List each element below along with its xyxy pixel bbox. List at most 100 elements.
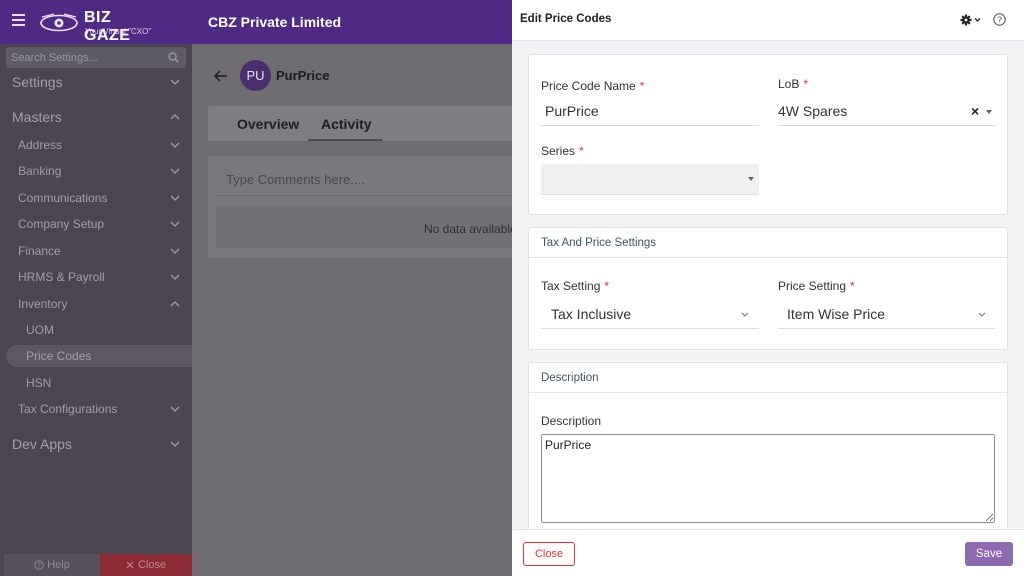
company-name: CBZ Private Limited — [208, 14, 342, 30]
chevron-down-icon — [170, 441, 180, 447]
panel-title: Edit Price Codes — [520, 13, 612, 25]
edit-price-codes-panel: Edit Price Codes ? Price Code Name * PurP… — [512, 0, 1024, 576]
sidebar-item-hsn[interactable]: HSN — [0, 372, 192, 394]
section-title: Tax And Price Settings — [529, 228, 1007, 258]
search-box — [6, 47, 186, 68]
record-view: PU PurPrice Overview Activity No data av… — [192, 44, 518, 576]
brand-tagline: Your Virtual "CXO" — [85, 27, 152, 36]
sidebar-item-label: Inventory — [18, 297, 68, 311]
empty-state: No data available — [216, 206, 518, 248]
caret-down-icon — [748, 177, 754, 181]
price-code-name-label: Price Code Name * — [541, 79, 645, 93]
sidebar-item-company-setup[interactable]: Company Setup — [0, 213, 192, 235]
question-circle-icon: ? — [34, 560, 44, 570]
active-tab-indicator — [308, 139, 382, 141]
sidebar-item-communications[interactable]: Communications — [0, 187, 192, 209]
sidebar-item-label: Communications — [18, 191, 108, 205]
sidebar-item-label: Price Codes — [26, 349, 92, 363]
lob-value: 4W Spares — [778, 102, 848, 119]
series-label: Series * — [541, 144, 584, 158]
comment-input[interactable] — [216, 164, 518, 196]
chevron-down-icon — [170, 221, 180, 227]
chevron-down-icon — [741, 312, 749, 317]
sidebar-item-dev-apps[interactable]: Dev Apps — [0, 433, 192, 455]
close-label: Close — [137, 559, 167, 571]
brand-logo[interactable]: BIZ GAZE Your Virtual "CXO" — [38, 8, 158, 44]
chevron-down-icon — [170, 274, 180, 280]
sidebar-close-button[interactable]: Close — [100, 554, 192, 576]
series-select[interactable] — [541, 164, 759, 195]
search-icon[interactable] — [168, 52, 179, 63]
sidebar-item-label: Dev Apps — [12, 436, 72, 452]
chevron-down-icon — [170, 168, 180, 174]
gear-icon[interactable] — [959, 13, 983, 27]
help-label: Help — [47, 559, 70, 571]
activity-panel: No data available — [208, 156, 518, 258]
sidebar-item-uom[interactable]: UOM — [0, 319, 192, 341]
hamburger-menu-icon[interactable] — [12, 14, 25, 27]
description-label: Description — [541, 414, 602, 428]
tax-setting-label: Tax Setting * — [541, 279, 610, 293]
lob-select[interactable]: 4W Spares × — [778, 96, 995, 126]
settings-sidebar: Settings Masters Address Banking Communi… — [0, 44, 192, 576]
save-button[interactable]: Save — [965, 542, 1013, 566]
tax-setting-value: Tax Inclusive — [551, 305, 632, 322]
sidebar-item-banking[interactable]: Banking — [0, 160, 192, 182]
search-input[interactable] — [6, 47, 162, 68]
price-code-name-value: PurPrice — [545, 102, 599, 119]
close-icon — [126, 561, 134, 569]
description-textarea[interactable]: PurPrice — [541, 434, 995, 523]
section-title: Description — [529, 363, 1007, 393]
sidebar-item-label: UOM — [26, 323, 54, 337]
svg-text:?: ? — [37, 563, 41, 570]
sidebar-item-finance[interactable]: Finance — [0, 240, 192, 262]
sidebar-item-label: Banking — [18, 164, 62, 178]
sidebar-item-price-codes[interactable]: Price Codes — [6, 345, 192, 367]
chevron-down-icon — [170, 248, 180, 254]
eye-logo-icon — [40, 13, 78, 32]
panel-footer: Close Save — [512, 529, 1024, 576]
price-setting-label: Price Setting * — [778, 279, 855, 293]
record-title: PurPrice — [276, 68, 330, 83]
tab-overview[interactable]: Overview — [237, 116, 299, 132]
sidebar-item-hrms-payroll[interactable]: HRMS & Payroll — [0, 266, 192, 288]
chevron-up-icon — [170, 301, 180, 307]
help-icon[interactable]: ? — [993, 13, 1006, 26]
close-button[interactable]: Close — [523, 542, 575, 566]
price-setting-value: Item Wise Price — [787, 305, 886, 322]
caret-down-icon — [986, 110, 992, 114]
back-arrow-icon[interactable] — [214, 70, 228, 82]
sidebar-item-label: Masters — [12, 109, 62, 125]
sidebar-item-inventory[interactable]: Inventory — [0, 293, 192, 315]
help-button[interactable]: ? Help — [4, 554, 100, 576]
chevron-down-icon — [978, 312, 986, 317]
chevron-down-icon — [170, 79, 180, 85]
chevron-down-icon — [170, 195, 180, 201]
chevron-down-icon — [170, 142, 180, 148]
svg-text:?: ? — [997, 15, 1002, 25]
sidebar-item-address[interactable]: Address — [0, 134, 192, 156]
avatar: PU — [240, 60, 271, 91]
sidebar-item-label: HRMS & Payroll — [18, 270, 105, 284]
tab-bar: Overview Activity — [208, 106, 518, 141]
sidebar-item-label: Settings — [12, 74, 63, 90]
sidebar-item-label: Finance — [18, 244, 61, 258]
sidebar-item-label: Tax Configurations — [18, 402, 118, 416]
sidebar-item-label: Company Setup — [18, 217, 105, 231]
price-code-name-field[interactable]: PurPrice — [541, 96, 759, 126]
lob-label: LoB * — [778, 77, 809, 91]
tax-setting-select[interactable]: Tax Inclusive — [541, 299, 759, 329]
no-data-text: No data available — [424, 222, 517, 236]
sidebar-item-tax-configurations[interactable]: Tax Configurations — [0, 398, 192, 420]
sidebar-item-masters[interactable]: Masters — [0, 106, 192, 128]
tab-activity[interactable]: Activity — [321, 116, 372, 132]
sidebar-item-label: Address — [18, 138, 63, 152]
tax-price-settings-card: Tax And Price Settings Tax Setting * Tax … — [528, 227, 1008, 350]
clear-icon[interactable]: × — [971, 103, 979, 119]
chevron-down-icon — [170, 406, 180, 412]
basic-info-card: Price Code Name * PurPrice LoB * 4W Spares… — [528, 54, 1008, 215]
description-card: Description Description PurPrice — [528, 362, 1008, 532]
sidebar-item-settings[interactable]: Settings — [0, 71, 192, 93]
price-setting-select[interactable]: Item Wise Price — [778, 299, 995, 329]
sidebar-item-label: HSN — [26, 376, 52, 390]
